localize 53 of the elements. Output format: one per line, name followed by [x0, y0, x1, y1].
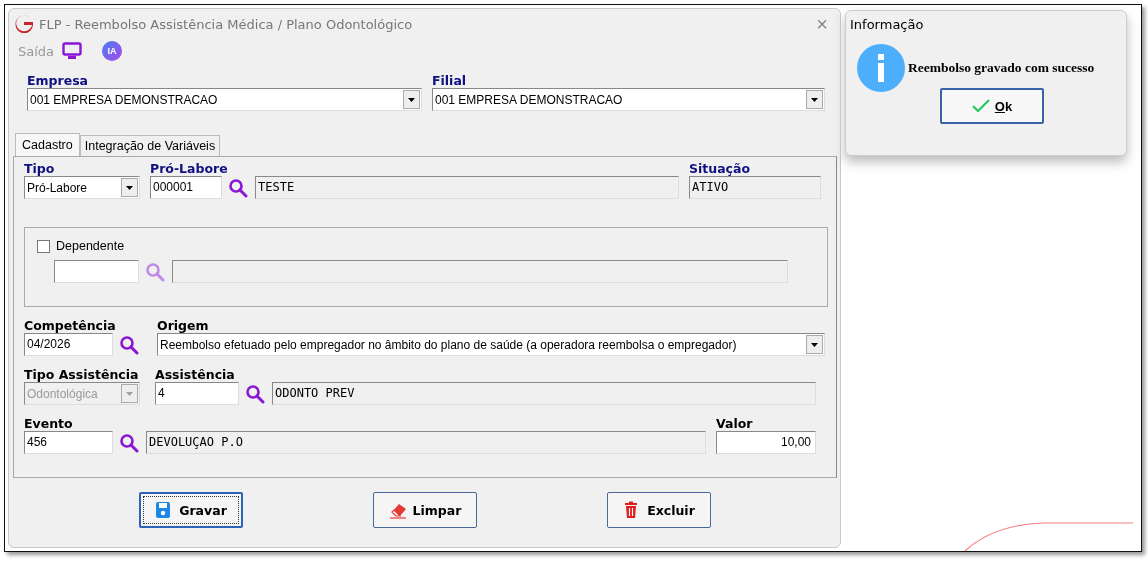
caret-icon: [811, 342, 818, 347]
search-icon: [245, 383, 265, 404]
field-label: Competência: [24, 318, 117, 333]
dropdown[interactable]: 001 EMPRESA DEMONSTRACAO: [27, 88, 422, 111]
action-button[interactable]: Gravar: [139, 492, 243, 528]
input-field[interactable]: 000001: [150, 176, 222, 199]
caret-icon: [811, 97, 818, 102]
caret-icon: [126, 185, 133, 190]
display-field[interactable]: ODONTO PREV: [272, 382, 816, 405]
checkbox-label[interactable]: Dependente: [56, 239, 125, 253]
ai-badge[interactable]: IA: [102, 41, 123, 61]
info-icon: [857, 44, 905, 92]
ok-button[interactable]: Ok: [940, 88, 1044, 124]
field-label: Filial: [432, 73, 468, 88]
field-label: Origem: [157, 318, 210, 333]
input-field[interactable]: 10,00: [716, 431, 816, 454]
field-label: Situação: [689, 161, 752, 176]
monitor-icon: [62, 42, 83, 60]
tab[interactable]: Cadastro: [15, 133, 80, 156]
action-button[interactable]: Excluir: [607, 492, 711, 528]
logo-icon: [14, 15, 34, 33]
dialog-title: Informação: [850, 17, 925, 32]
input-field[interactable]: [54, 260, 139, 283]
field-label: Assistência: [155, 367, 236, 382]
input-field[interactable]: 456: [24, 431, 113, 454]
caret-icon: [126, 391, 133, 396]
field-label: Tipo: [24, 161, 56, 176]
search-icon: [145, 261, 165, 282]
field-label: Pró-Labore: [150, 161, 229, 176]
eraser-icon: [388, 501, 407, 519]
checkbox[interactable]: [37, 239, 50, 253]
caret-icon: [408, 97, 415, 102]
input-field[interactable]: 04/2026: [24, 333, 113, 356]
display-field[interactable]: TESTE: [255, 176, 679, 199]
field-label: Evento: [24, 416, 74, 431]
field-label: Tipo Assistência: [24, 367, 140, 382]
input-field[interactable]: 4: [155, 382, 239, 405]
dropdown[interactable]: Pró-Labore: [24, 176, 140, 199]
action-button[interactable]: Limpar: [373, 492, 477, 528]
tab[interactable]: Integração de Variáveis: [79, 135, 221, 156]
display-field[interactable]: [172, 260, 788, 283]
display-field[interactable]: DEVOLUÇAO P.O: [146, 431, 706, 454]
dropdown[interactable]: Reembolso efetuado pelo empregador no âmbito do plano de saúde (a operadora reembolsa o empregador): [157, 333, 825, 356]
window-title: FLP - Reembolso Assistência Médica / Plano Odontológico: [39, 16, 413, 32]
field-label: Empresa: [27, 73, 90, 88]
message-text: Reembolso gravado com sucesso: [908, 60, 1095, 76]
search-icon: [119, 432, 139, 453]
check-icon: [971, 99, 990, 113]
field-label: Valor: [716, 416, 754, 431]
dropdown[interactable]: 001 EMPRESA DEMONSTRACAO: [432, 88, 825, 111]
search-icon: [119, 334, 139, 355]
display-field[interactable]: ATIVO: [689, 176, 821, 199]
search-icon: [228, 177, 248, 198]
